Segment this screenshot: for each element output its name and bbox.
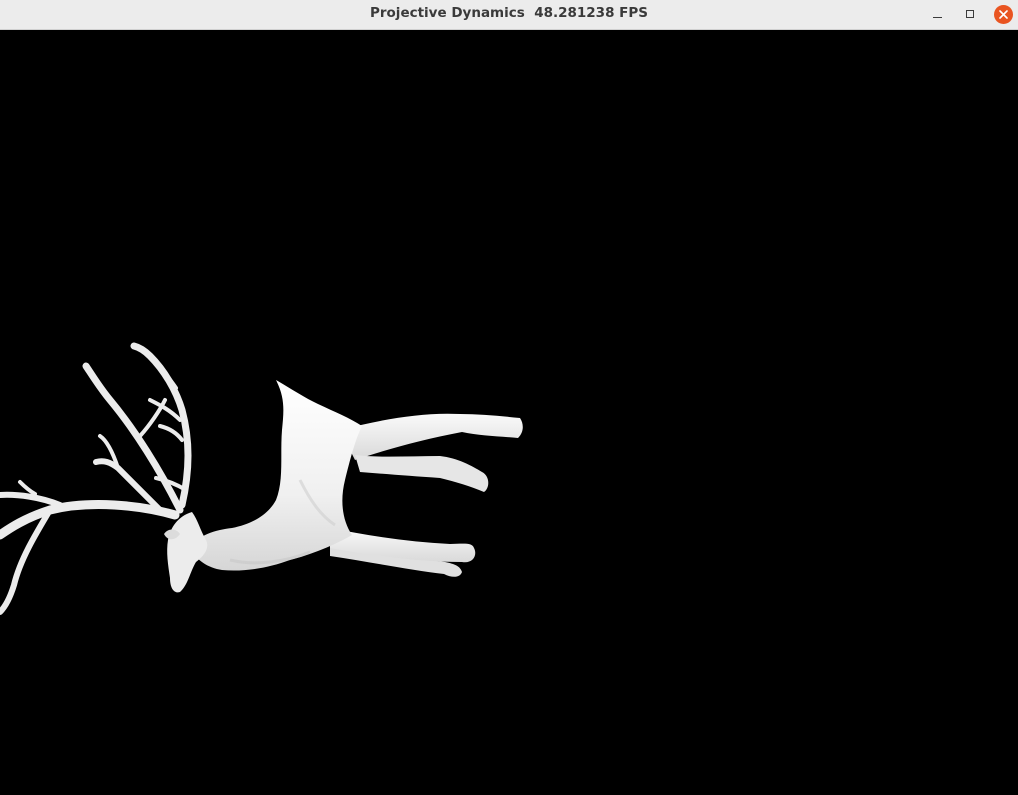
- deer-hind-leg-second: [355, 455, 489, 492]
- minimize-button[interactable]: [926, 3, 948, 25]
- deer-mesh: [0, 342, 523, 615]
- maximize-icon: [966, 10, 974, 18]
- render-viewport[interactable]: [0, 30, 1018, 795]
- title-bar[interactable]: Projective Dynamics 48.281238 FPS: [0, 0, 1018, 30]
- window-title: Projective Dynamics 48.281238 FPS: [369, 5, 649, 21]
- close-button[interactable]: [992, 3, 1014, 25]
- deer-body: [190, 380, 362, 571]
- deer-hind-leg-upper: [340, 413, 523, 460]
- application-window: Projective Dynamics 48.281238 FPS: [0, 0, 1018, 795]
- deer-antlers: [0, 342, 192, 615]
- deer-head: [167, 512, 208, 593]
- maximize-button[interactable]: [959, 3, 981, 25]
- minimize-icon: [932, 16, 942, 18]
- close-icon: [993, 4, 1013, 24]
